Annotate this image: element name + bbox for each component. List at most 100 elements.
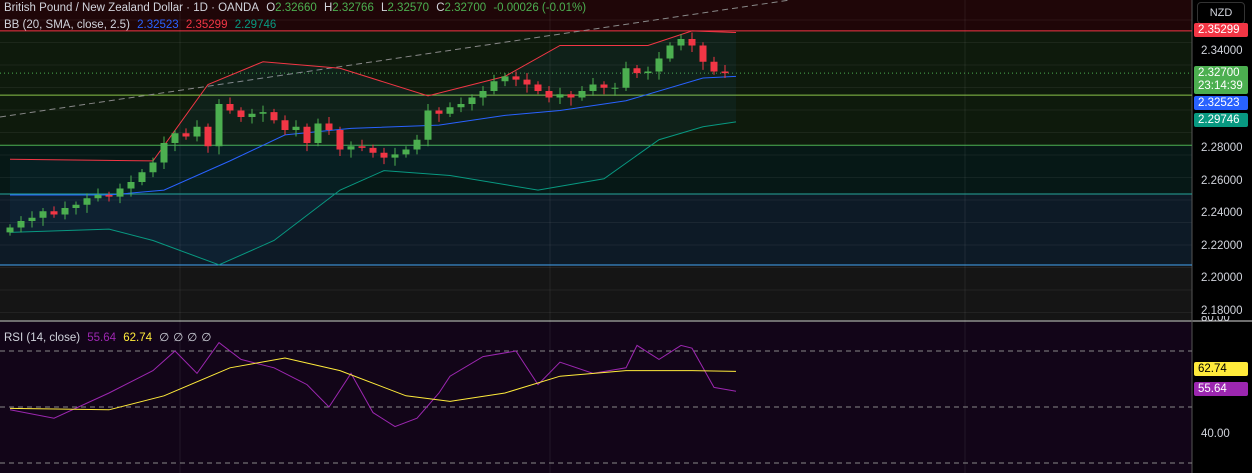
- rsi-ma-value: 62.74: [123, 332, 153, 344]
- candle-body: [457, 104, 465, 108]
- candle-body: [61, 208, 69, 215]
- candle-body: [6, 227, 14, 233]
- candle-body: [710, 61, 718, 72]
- candle-body: [512, 76, 520, 80]
- symbol-title: British Pound / New Zealand Dollar · 1D …: [4, 2, 260, 14]
- candle-body: [94, 195, 102, 199]
- ohlc-close: C2.32700: [436, 2, 487, 14]
- candle-body: [369, 147, 377, 153]
- candle-body: [721, 71, 729, 74]
- candle-body: [116, 188, 124, 197]
- candle-body: [160, 143, 168, 163]
- last-price: 2.32700: [1198, 67, 1240, 79]
- last-price-tag: 2.32700 23:14:39: [1194, 66, 1248, 94]
- price-tick: 2.22000: [1201, 240, 1243, 252]
- rsi-tick: 40.00: [1201, 428, 1230, 440]
- ohlc-open: O2.32660: [266, 2, 317, 14]
- candle-body: [325, 123, 333, 130]
- candle-body: [556, 94, 564, 98]
- candle-body: [391, 154, 399, 158]
- rsi-tick: 80.00: [1201, 316, 1230, 324]
- candle-body: [611, 87, 619, 89]
- bb-upper-tag: 2.35299: [1194, 23, 1248, 37]
- candle-body: [193, 126, 201, 137]
- candle-body: [534, 84, 542, 91]
- candle-body: [677, 39, 685, 46]
- symbol-legend: British Pound / New Zealand Dollar · 1D …: [4, 2, 590, 14]
- candle-body: [347, 146, 355, 150]
- rsi-extra: ∅: [201, 332, 212, 344]
- price-tick: 2.26000: [1201, 175, 1243, 187]
- rsi-extra: ∅: [159, 332, 170, 344]
- bb-basis-value: 2.32523: [137, 19, 179, 31]
- candle-body: [149, 162, 157, 173]
- candle-body: [215, 104, 223, 147]
- rsi-ma-tag: 62.74: [1194, 362, 1248, 376]
- ohlc-high: H2.32766: [323, 2, 374, 14]
- candle-body: [424, 110, 432, 140]
- candle-body: [17, 221, 25, 228]
- candle-body: [688, 39, 696, 46]
- candle-body: [446, 107, 454, 114]
- candle-body: [226, 104, 234, 111]
- candle-body: [600, 84, 608, 88]
- price-tick: 2.34000: [1201, 45, 1243, 57]
- candle-body: [435, 110, 443, 114]
- candle-body: [39, 211, 47, 218]
- bar-countdown: 23:14:39: [1198, 80, 1243, 92]
- candle-body: [171, 133, 179, 143]
- candle-body: [380, 152, 388, 158]
- price-tick: 2.28000: [1201, 142, 1243, 154]
- candle-body: [545, 91, 553, 98]
- candle-body: [204, 126, 212, 147]
- candle-body: [413, 139, 421, 150]
- candle-body: [699, 45, 707, 62]
- candle-body: [83, 198, 91, 205]
- candle-body: [105, 195, 113, 197]
- candle-body: [578, 91, 586, 98]
- bb-lower-tag: 2.29746: [1194, 113, 1248, 127]
- candle-body: [259, 112, 267, 114]
- candle-body: [501, 76, 509, 82]
- candle-body: [479, 91, 487, 98]
- price-tick: 2.24000: [1201, 207, 1243, 219]
- candle-body: [589, 84, 597, 91]
- rsi-value: 55.64: [87, 332, 117, 344]
- candle-body: [644, 71, 652, 74]
- bb-upper-value: 2.35299: [185, 19, 228, 31]
- bb-label: BB (20, SMA, close, 2.5): [4, 19, 130, 31]
- candle-body: [655, 58, 663, 72]
- ohlc-change: -0.00026 (-0.01%): [493, 2, 587, 14]
- candle-body: [292, 126, 300, 130]
- candle-body: [523, 79, 531, 85]
- bb-basis-tag: 2.32523: [1194, 96, 1248, 110]
- rsi-extra: ∅: [187, 332, 198, 344]
- candle-body: [336, 130, 344, 150]
- price-chart[interactable]: [0, 0, 1252, 473]
- candle-body: [248, 113, 256, 117]
- candle-body: [138, 172, 146, 182]
- candle-body: [314, 123, 322, 143]
- bb-legend[interactable]: BB (20, SMA, close, 2.5) 2.32523 2.35299…: [4, 19, 280, 31]
- ohlc-low: L2.32570: [381, 2, 430, 14]
- candle-body: [567, 94, 575, 98]
- candle-body: [402, 149, 410, 155]
- candle-body: [468, 97, 476, 104]
- rsi-extra: ∅: [173, 332, 184, 344]
- candle-body: [303, 126, 311, 143]
- candle-body: [490, 81, 498, 91]
- candle-body: [358, 146, 366, 148]
- candle-body: [72, 204, 80, 208]
- rsi-pane: [0, 322, 1192, 473]
- rsi-label: RSI (14, close): [4, 332, 81, 344]
- currency-button[interactable]: NZD: [1197, 2, 1245, 24]
- candle-body: [237, 110, 245, 117]
- candle-body: [28, 217, 36, 221]
- bb-lower-value: 2.29746: [234, 19, 277, 31]
- candle-body: [633, 68, 641, 74]
- zone-grey: [0, 265, 1192, 320]
- rsi-legend[interactable]: RSI (14, close) 55.64 62.74 ∅ ∅ ∅ ∅: [4, 330, 215, 344]
- candle-body: [270, 112, 278, 121]
- candle-body: [50, 211, 58, 215]
- rsi-tag: 55.64: [1194, 382, 1248, 396]
